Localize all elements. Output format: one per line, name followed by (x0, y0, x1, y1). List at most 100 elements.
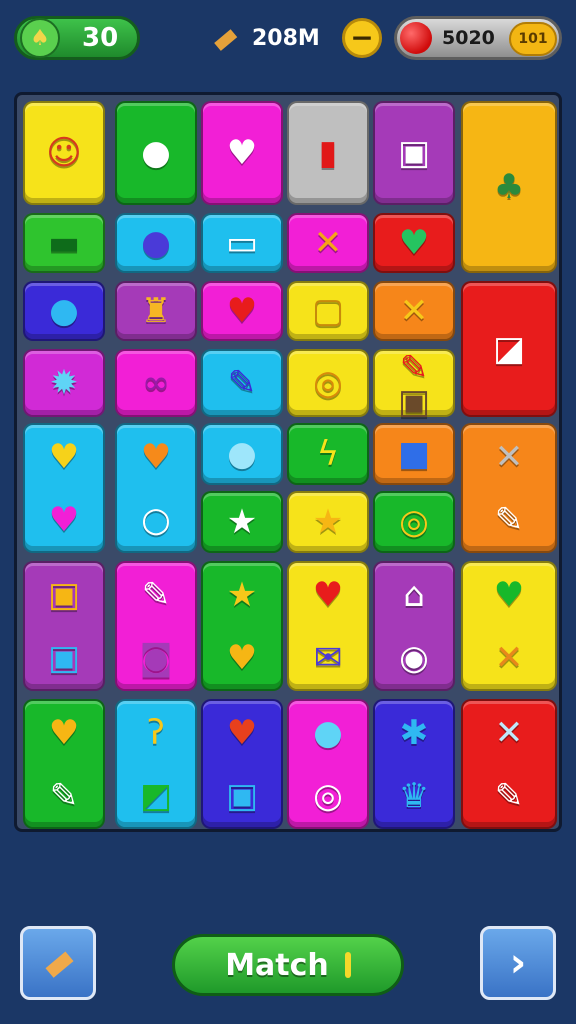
star-icon: ★ (312, 502, 344, 542)
tile-burst[interactable]: ✹ (23, 349, 105, 417)
x-shape-icon: ✕ (494, 712, 524, 753)
cross-icon: ✕ (494, 637, 524, 678)
tile-heart-mail[interactable]: ♥ ✉ (287, 561, 369, 691)
gem-value: 5020 (442, 27, 495, 49)
tile-star-heart[interactable]: ★ ♥ (201, 561, 283, 691)
infinity-icon: ∞ (141, 363, 171, 403)
tile-speech-bubble[interactable]: ● (201, 423, 283, 485)
pencil-icon: ✎ (141, 574, 171, 615)
star-icon: ★ (226, 502, 258, 542)
edit-square-icon: ✎ (227, 363, 257, 403)
swirl-coin-icon: ◎ (313, 363, 343, 403)
tile-cross-pencil[interactable]: ✕ ✎ (461, 423, 557, 553)
tile-heart-pencil[interactable]: ♥ ✎ (23, 699, 105, 829)
tile-knot[interactable]: ◎ (373, 491, 455, 553)
chevron-right-icon: › (509, 940, 527, 986)
red-gem-icon (400, 22, 432, 54)
tile-house-donut[interactable]: ⌂ ◉ (373, 561, 455, 691)
tile-infinity[interactable]: ∞ (115, 349, 197, 417)
ticket-icon: ▢ (311, 291, 345, 331)
scroll-icon: ▭ (225, 223, 259, 263)
circle-icon: ● (49, 291, 79, 331)
tile-person-portrait[interactable]: ☺ (23, 101, 105, 205)
tile-x-shape[interactable]: ✕ (373, 281, 455, 341)
match-button[interactable]: Match (172, 934, 404, 996)
cross-icon: ✕ (313, 223, 343, 263)
tile-blue-circle[interactable]: ● (23, 281, 105, 341)
speech-bubble-icon: ● (313, 712, 343, 753)
heart-icon: ♥ (226, 637, 258, 678)
cupcake-icon: ♜ (140, 291, 172, 331)
crown-icon: ♛ (398, 775, 430, 816)
booster-button[interactable]: ▬ (20, 926, 96, 1000)
tile-book[interactable]: ▮ (287, 101, 369, 205)
roll-icon: ▬ (203, 16, 245, 60)
camera-icon: ▣ (397, 133, 431, 173)
eraser-icon: ◪ (492, 329, 526, 369)
tile-heart-cross[interactable]: ♥ ✕ (461, 561, 557, 691)
cross-icon: ✕ (494, 436, 524, 477)
heart-icon: ♥ (140, 436, 172, 477)
tile-bag-camera[interactable]: ▣ ▣ (23, 561, 105, 691)
heart-icon: ♥ (493, 574, 525, 615)
tile-eraser[interactable]: ◪ (461, 281, 557, 417)
case-icon: ▣ (225, 775, 259, 816)
tile-edit-square[interactable]: ✎ (201, 349, 283, 417)
tile-cupcake[interactable]: ♜ (115, 281, 197, 341)
heart-icon: ♥ (48, 499, 80, 540)
level-value: 30 (82, 23, 119, 53)
star-icon: ★ (226, 574, 258, 615)
tile-star-white[interactable]: ★ (201, 491, 283, 553)
tile-x-pencil[interactable]: ✕ ✎ (461, 699, 557, 829)
tile-cross-orange[interactable]: ✕ (287, 213, 369, 273)
camera-icon: ▣ (47, 637, 81, 678)
mail-icon: ✉ (313, 637, 343, 678)
heart-icon: ♥ (226, 712, 258, 753)
tree-emblem-icon: ♣ (493, 167, 525, 207)
pencil-icon: ✎ (399, 348, 429, 388)
tile-puzzle[interactable]: ■ (373, 423, 455, 485)
donut-icon: ◉ (399, 637, 429, 678)
tile-red-heart[interactable]: ♥ (201, 281, 283, 341)
match-cursor-bar (344, 952, 351, 978)
tile-heart-case[interactable]: ♥ ▣ (201, 699, 283, 829)
coin-value: 208M (252, 25, 320, 51)
tile-bolt[interactable]: ϟ (287, 423, 369, 485)
open-book-icon: ▮ (318, 133, 338, 173)
tile-gear-crown[interactable]: ✱ ♛ (373, 699, 455, 829)
heart-icon: ♥ (312, 574, 344, 615)
pencil-icon: ✎ (494, 775, 524, 816)
tile-orb[interactable]: ● (115, 213, 197, 273)
tile-bubble-ring[interactable]: ● ◎ (287, 699, 369, 829)
hud: ♠ 30 ▬ 208M − 5020 101 (0, 14, 576, 64)
tile-hearts-pair[interactable]: ♥ ♥ (23, 423, 105, 553)
tile-bandage[interactable]: ▬ (23, 213, 105, 273)
gem-add-badge[interactable]: 101 (509, 22, 557, 56)
bandage-icon: ▬ (47, 223, 81, 263)
tile-hook-ruler[interactable]: ʔ ◩ (115, 699, 197, 829)
tile-heart-balloon[interactable]: ♥ (201, 101, 283, 205)
tile-heart-ring[interactable]: ♥ ○ (115, 423, 197, 553)
burst-icon: ✹ (49, 363, 79, 403)
tile-tree-emblem[interactable]: ♣ (461, 101, 557, 273)
tile-scroll[interactable]: ▭ (201, 213, 283, 273)
house-icon: ⌂ (403, 574, 425, 615)
tile-star-gold[interactable]: ★ (287, 491, 369, 553)
roll-icon: ▬ (32, 937, 84, 989)
tile-pencil-bag[interactable]: ✎ ▣ (373, 348, 455, 419)
tile-swirl-coin[interactable]: ◎ (287, 349, 369, 417)
tile-green-heart[interactable]: ♥ (373, 213, 455, 273)
tile-camera[interactable]: ▣ (373, 101, 455, 205)
person-portrait-icon: ☺ (46, 133, 82, 173)
puzzle-icon: ■ (397, 434, 431, 474)
pencil-icon: ✎ (494, 499, 524, 540)
tile-ticket[interactable]: ▢ (287, 281, 369, 341)
heart-icon: ♥ (226, 291, 258, 331)
hook-icon: ʔ (147, 712, 165, 753)
next-button[interactable]: › (480, 926, 556, 1000)
tile-map-pin[interactable]: ● (115, 101, 197, 205)
orb-icon: ● (141, 223, 171, 263)
tile-pencil-safe[interactable]: ✎ ◙ (115, 561, 197, 691)
minus-button[interactable]: − (342, 18, 382, 58)
speech-bubble-icon: ● (227, 434, 257, 474)
